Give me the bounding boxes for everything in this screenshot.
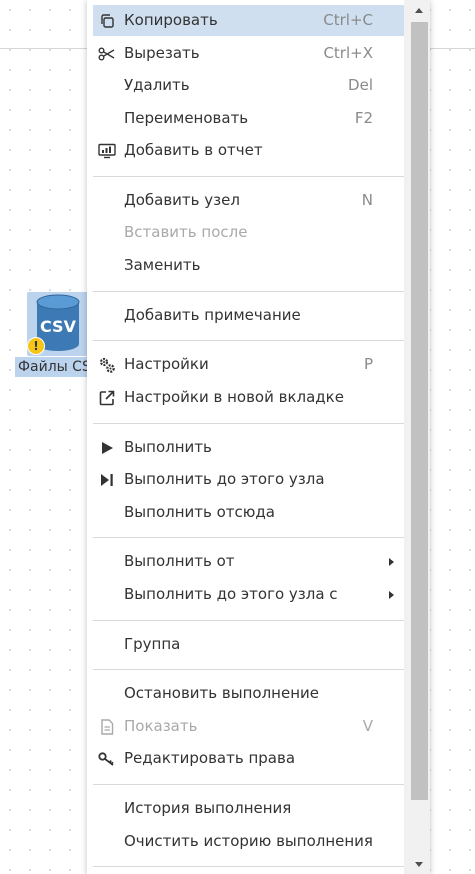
menu-separator xyxy=(93,340,404,341)
report-icon xyxy=(97,135,117,166)
canvas-divider-right xyxy=(430,48,475,49)
menu-item-execute[interactable]: Выполнить xyxy=(93,432,404,463)
menu-item-label: Заменить xyxy=(124,256,201,274)
menu-item-settings[interactable]: Настройки P xyxy=(93,349,404,380)
external-link-icon xyxy=(97,382,117,413)
submenu-arrow-icon xyxy=(389,558,394,566)
menu-item-add-to-report[interactable]: Добавить в отчет xyxy=(93,135,404,166)
menu-separator xyxy=(93,669,404,670)
menu-separator xyxy=(93,866,404,867)
menu-item-label: Группа xyxy=(124,635,181,653)
menu-item-shortcut: Ctrl+C xyxy=(323,11,373,29)
menu-item-add-node[interactable]: Добавить узел N xyxy=(93,185,404,216)
menu-item-add-note[interactable]: Добавить примечание xyxy=(93,300,404,331)
menu-item-group[interactable]: Группа xyxy=(93,629,404,660)
canvas-divider xyxy=(0,48,90,49)
menu-item-label: Выполнить отсюда xyxy=(124,503,275,521)
menu-item-delete[interactable]: Удалить Del xyxy=(93,70,404,101)
context-menu: Копировать Ctrl+C Вырезать Ctrl+X Удалит… xyxy=(87,0,430,874)
menu-item-label: Настройки xyxy=(124,355,209,373)
menu-item-clear-history[interactable]: Очистить историю выполнения xyxy=(93,826,404,857)
menu-item-execution-history[interactable]: История выполнения xyxy=(93,793,404,824)
menu-item-cut[interactable]: Вырезать Ctrl+X xyxy=(93,38,404,69)
menu-item-edit-permissions[interactable]: Редактировать права xyxy=(93,743,404,774)
menu-item-execute-to-node-from[interactable]: Выполнить до этого узла с xyxy=(93,579,404,610)
menu-item-label: Удалить xyxy=(124,76,190,94)
menu-item-label: Добавить узел xyxy=(124,191,240,209)
node-label: Файлы CSV xyxy=(15,357,92,377)
menu-separator xyxy=(93,537,404,538)
menu-item-label: История выполнения xyxy=(124,799,292,817)
submenu-arrow-icon xyxy=(389,591,394,599)
menu-item-label: Редактировать права xyxy=(124,749,296,767)
scissors-icon xyxy=(97,38,117,69)
menu-item-label: Очистить историю выполнения xyxy=(124,832,373,850)
menu-item-shortcut: F2 xyxy=(354,109,373,127)
menu-item-label: Выполнить до этого узла xyxy=(124,470,325,488)
menu-separator xyxy=(93,291,404,292)
menu-item-show[interactable]: Показать V xyxy=(93,711,404,742)
menu-item-shortcut: Del xyxy=(348,76,373,94)
menu-item-label: Настройки в новой вкладке xyxy=(124,388,344,406)
menu-item-stop-execution[interactable]: Остановить выполнение xyxy=(93,678,404,709)
menu-item-shortcut: Ctrl+X xyxy=(323,44,373,62)
menu-item-label: Остановить выполнение xyxy=(124,684,319,702)
menu-item-rename[interactable]: Переименовать F2 xyxy=(93,103,404,134)
play-icon xyxy=(97,432,117,463)
document-icon xyxy=(97,711,117,742)
menu-item-replace[interactable]: Заменить xyxy=(93,250,404,281)
menu-separator xyxy=(93,423,404,424)
menu-item-execute-from-here[interactable]: Выполнить отсюда xyxy=(93,497,404,528)
menu-item-label: Показать xyxy=(124,717,198,735)
scroll-down-arrow-icon[interactable] xyxy=(415,862,423,867)
menu-item-label: Переименовать xyxy=(124,109,249,127)
menu-scrollbar-thumb[interactable] xyxy=(411,22,428,800)
menu-separator xyxy=(93,620,404,621)
menu-item-execute-from[interactable]: Выполнить от xyxy=(93,546,404,577)
menu-item-label: Вставить после xyxy=(124,223,248,241)
menu-item-insert-after[interactable]: Вставить после xyxy=(93,217,404,248)
menu-item-label: Вырезать xyxy=(124,44,200,62)
menu-item-settings-new-tab[interactable]: Настройки в новой вкладке xyxy=(93,382,404,413)
menu-item-shortcut: N xyxy=(361,191,373,209)
menu-item-shortcut: P xyxy=(363,355,373,373)
menu-item-label: Копировать xyxy=(124,11,218,29)
menu-separator xyxy=(93,784,404,785)
menu-item-copy[interactable]: Копировать Ctrl+C xyxy=(93,5,404,36)
menu-item-label: Добавить в отчет xyxy=(124,141,263,159)
menu-separator xyxy=(93,176,404,177)
menu-item-shortcut: V xyxy=(362,717,373,735)
menu-item-execute-to-node[interactable]: Выполнить до этого узла xyxy=(93,464,404,495)
menu-item-label: Выполнить до этого узла с xyxy=(124,585,338,603)
key-icon xyxy=(97,743,117,774)
warning-icon: ! xyxy=(27,337,45,355)
gears-icon xyxy=(97,349,117,380)
menu-item-label: Выполнить xyxy=(124,438,212,456)
copy-icon xyxy=(97,5,117,36)
scroll-up-arrow-icon[interactable] xyxy=(415,8,423,13)
csv-icon-text: CSV xyxy=(40,317,77,336)
menu-item-label: Добавить примечание xyxy=(124,306,301,324)
play-to-icon xyxy=(97,464,117,495)
menu-item-label: Выполнить от xyxy=(124,552,235,570)
